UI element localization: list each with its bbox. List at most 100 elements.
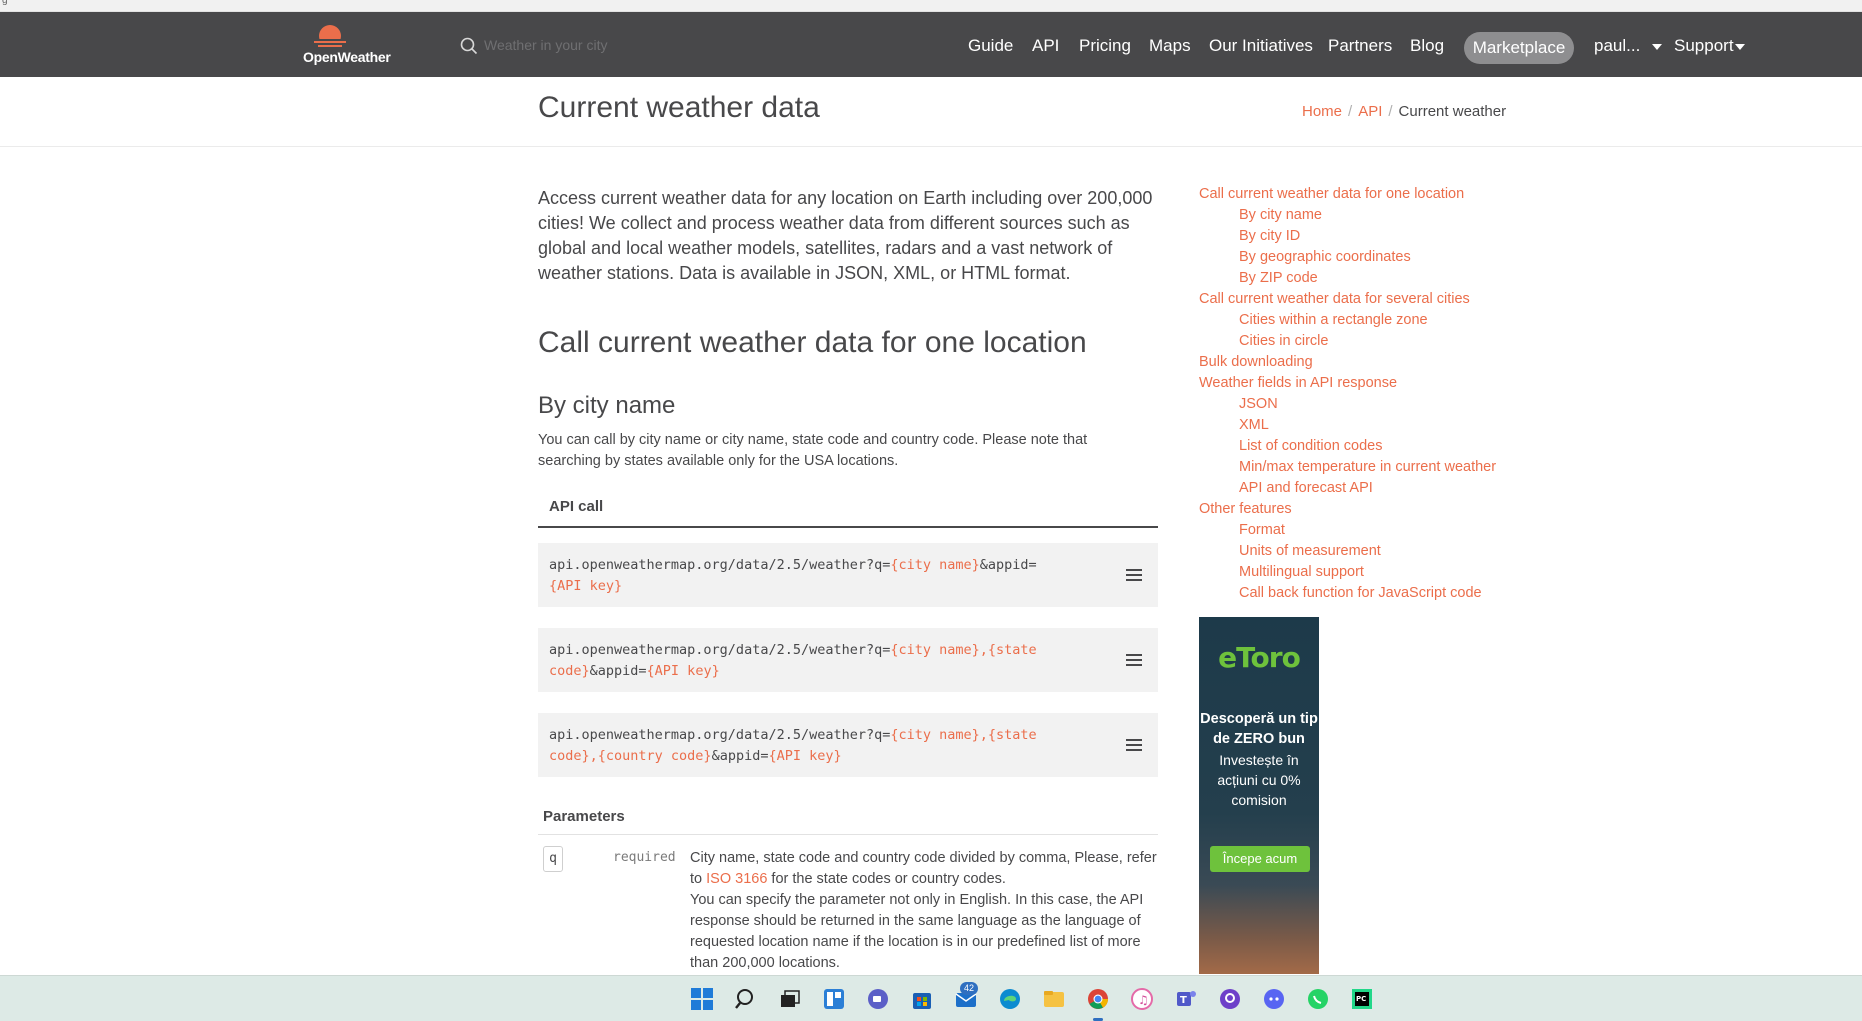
toc-item[interactable]: By city ID <box>1239 228 1300 244</box>
discord-icon[interactable] <box>1262 987 1286 1011</box>
param-desc-text: You can specify the parameter not only i… <box>690 892 1144 971</box>
nav-item-guide[interactable]: Guide <box>968 36 1013 56</box>
main-content: Access current weather data for any loca… <box>538 186 1158 971</box>
breadcrumb-separator: / <box>1388 103 1393 120</box>
param-required-label: required <box>613 850 676 865</box>
breadcrumb-api[interactable]: API <box>1358 103 1382 120</box>
code-block-3[interactable]: api.openweathermap.org/data/2.5/weather?… <box>538 713 1158 777</box>
code-text[interactable]: api.openweathermap.org/data/2.5/weather?… <box>549 555 1079 597</box>
etoro-advertisement[interactable]: eToro Descoperă un tip de ZERO bun Inves… <box>1199 617 1319 974</box>
toc-item[interactable]: Cities within a rectangle zone <box>1239 312 1428 328</box>
code-placeholder: {API key} <box>549 578 623 594</box>
code-prefix: api.openweathermap.org/data/2.5/weather?… <box>549 557 891 573</box>
breadcrumb-separator: / <box>1348 103 1353 120</box>
chevron-down-icon <box>1652 43 1663 50</box>
teams-icon[interactable]: T <box>1174 987 1198 1011</box>
toc-item[interactable]: JSON <box>1239 396 1278 412</box>
pycharm-icon[interactable]: PC <box>1350 987 1374 1011</box>
iso-3166-link[interactable]: ISO 3166 <box>706 871 767 887</box>
itunes-icon[interactable]: ♫ <box>1130 987 1154 1011</box>
subsection-title: By city name <box>538 392 676 419</box>
whatsapp-icon[interactable] <box>1306 987 1330 1011</box>
code-prefix: api.openweathermap.org/data/2.5/weather?… <box>549 642 891 658</box>
search-icon[interactable] <box>734 987 758 1011</box>
nav-item-blog[interactable]: Blog <box>1410 36 1444 56</box>
ad-cta-button[interactable]: Începe acum <box>1210 846 1310 872</box>
nav-item-api[interactable]: API <box>1032 36 1059 56</box>
support-menu[interactable]: Support <box>1674 36 1745 56</box>
toc-item[interactable]: Min/max temperature in current weather <box>1239 459 1496 475</box>
toc-item[interactable]: Call back function for JavaScript code <box>1239 585 1482 601</box>
user-menu[interactable]: paul... <box>1594 36 1663 56</box>
page-header: Current weather data Home / API / Current we… <box>0 77 1862 147</box>
nav-menu: Guide API Pricing Maps Our Initiatives P… <box>0 32 1862 64</box>
toc-item[interactable]: Cities in circle <box>1239 333 1328 349</box>
github-desktop-icon[interactable] <box>1218 987 1242 1011</box>
ad-body: Investește în acțiuni cu 0% comision <box>1217 752 1301 808</box>
ad-headline: Descoperă un tip de ZERO bun <box>1200 711 1318 747</box>
nav-item-pricing[interactable]: Pricing <box>1079 36 1131 56</box>
svg-text:♫: ♫ <box>1138 993 1149 1007</box>
etoro-logo: eToro <box>1218 641 1301 674</box>
toc-item[interactable]: Call current weather data for one locati… <box>1199 186 1464 202</box>
support-label: Support <box>1674 36 1734 55</box>
toc-item[interactable]: By ZIP code <box>1239 270 1318 286</box>
nav-item-maps[interactable]: Maps <box>1149 36 1191 56</box>
param-desc-text: for the state codes or country codes. <box>767 871 1006 887</box>
param-name-q: q <box>543 846 563 872</box>
toc-item[interactable]: XML <box>1239 417 1269 433</box>
task-view-icon[interactable] <box>778 987 802 1011</box>
code-block-2[interactable]: api.openweathermap.org/data/2.5/weather?… <box>538 628 1158 692</box>
code-placeholder: {API key} <box>768 748 842 764</box>
api-call-tabbar: API call <box>538 486 1158 528</box>
user-name: paul... <box>1594 36 1641 55</box>
toc-item[interactable]: By city name <box>1239 207 1322 223</box>
toc-item[interactable]: Other features <box>1199 501 1292 517</box>
toc-item[interactable]: Call current weather data for several ci… <box>1199 291 1470 307</box>
svg-text:T: T <box>1180 995 1187 1006</box>
top-navbar: OpenWeather Guide API Pricing Maps Our I… <box>0 12 1862 77</box>
store-icon[interactable] <box>910 987 934 1011</box>
toc-item[interactable]: Weather fields in API response <box>1199 375 1397 391</box>
chat-icon[interactable] <box>866 987 890 1011</box>
toc-item[interactable]: List of condition codes <box>1239 438 1382 454</box>
intro-paragraph: Access current weather data for any loca… <box>538 188 1153 283</box>
toc-item[interactable]: API and forecast API <box>1239 480 1373 496</box>
widgets-icon[interactable] <box>822 987 846 1011</box>
hamburger-menu-icon[interactable] <box>1126 654 1142 666</box>
code-block-1[interactable]: api.openweathermap.org/data/2.5/weather?… <box>538 543 1158 607</box>
param-description: City name, state code and country code d… <box>690 848 1160 974</box>
code-text[interactable]: api.openweathermap.org/data/2.5/weather?… <box>549 640 1079 682</box>
parameters-heading: Parameters <box>543 808 625 825</box>
chevron-down-icon <box>1734 43 1745 50</box>
toc-item[interactable]: By geographic coordinates <box>1239 249 1411 265</box>
code-prefix: api.openweathermap.org/data/2.5/weather?… <box>549 727 891 743</box>
tab-api-call[interactable]: API call <box>549 498 603 515</box>
toc-item[interactable]: Format <box>1239 522 1285 538</box>
toc-item[interactable]: Multilingual support <box>1239 564 1364 580</box>
code-mid: &appid= <box>711 748 769 764</box>
toc-item[interactable]: Bulk downloading <box>1199 354 1313 370</box>
code-mid: &appid= <box>979 557 1037 573</box>
toc-item[interactable]: Units of measurement <box>1239 543 1381 559</box>
section-title: Call current weather data for one locati… <box>538 326 1087 359</box>
edge-icon[interactable] <box>998 987 1022 1011</box>
nav-item-our-initiatives[interactable]: Our Initiatives <box>1209 36 1313 56</box>
chrome-icon[interactable] <box>1086 987 1110 1011</box>
browser-strip-text: g <box>2 0 8 6</box>
breadcrumb: Home / API / Current weather <box>1302 103 1506 120</box>
divider <box>538 834 1158 835</box>
windows-start-icon[interactable] <box>690 987 714 1011</box>
windows-taskbar: 42 ♫ T PC <box>0 975 1862 1021</box>
breadcrumb-home[interactable]: Home <box>1302 103 1342 120</box>
svg-text:PC: PC <box>1356 995 1366 1003</box>
file-explorer-icon[interactable] <box>1042 987 1066 1011</box>
code-placeholder: {API key} <box>646 663 720 679</box>
hamburger-menu-icon[interactable] <box>1126 739 1142 751</box>
breadcrumb-current: Current weather <box>1398 103 1507 120</box>
nav-item-partners[interactable]: Partners <box>1328 36 1392 56</box>
code-text[interactable]: api.openweathermap.org/data/2.5/weather?… <box>549 725 1079 767</box>
marketplace-button[interactable]: Marketplace <box>1464 32 1574 64</box>
hamburger-menu-icon[interactable] <box>1126 569 1142 581</box>
code-mid: &appid= <box>589 663 647 679</box>
